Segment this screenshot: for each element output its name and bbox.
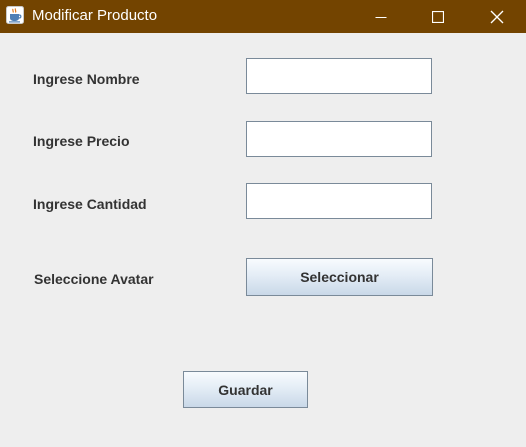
minimize-icon bbox=[375, 11, 387, 23]
precio-label: Ingrese Precio bbox=[33, 133, 130, 149]
nombre-label: Ingrese Nombre bbox=[33, 71, 140, 87]
minimize-button[interactable] bbox=[358, 0, 404, 33]
maximize-icon bbox=[432, 10, 444, 23]
guardar-button[interactable]: Guardar bbox=[183, 371, 308, 408]
java-cup-icon bbox=[6, 6, 24, 24]
precio-field[interactable] bbox=[246, 121, 432, 157]
cantidad-label: Ingrese Cantidad bbox=[33, 196, 147, 212]
cantidad-field[interactable] bbox=[246, 183, 432, 219]
modificar-producto-window: Modificar Producto Ingrese Nombre Ingres… bbox=[0, 0, 526, 447]
close-icon bbox=[490, 10, 504, 24]
seleccionar-avatar-button[interactable]: Seleccionar bbox=[246, 258, 433, 296]
close-button[interactable] bbox=[474, 0, 520, 33]
nombre-field[interactable] bbox=[246, 58, 432, 94]
title-bar[interactable]: Modificar Producto bbox=[0, 0, 526, 33]
avatar-label: Seleccione Avatar bbox=[34, 271, 154, 287]
maximize-button[interactable] bbox=[415, 0, 461, 33]
window-title: Modificar Producto bbox=[32, 7, 158, 24]
